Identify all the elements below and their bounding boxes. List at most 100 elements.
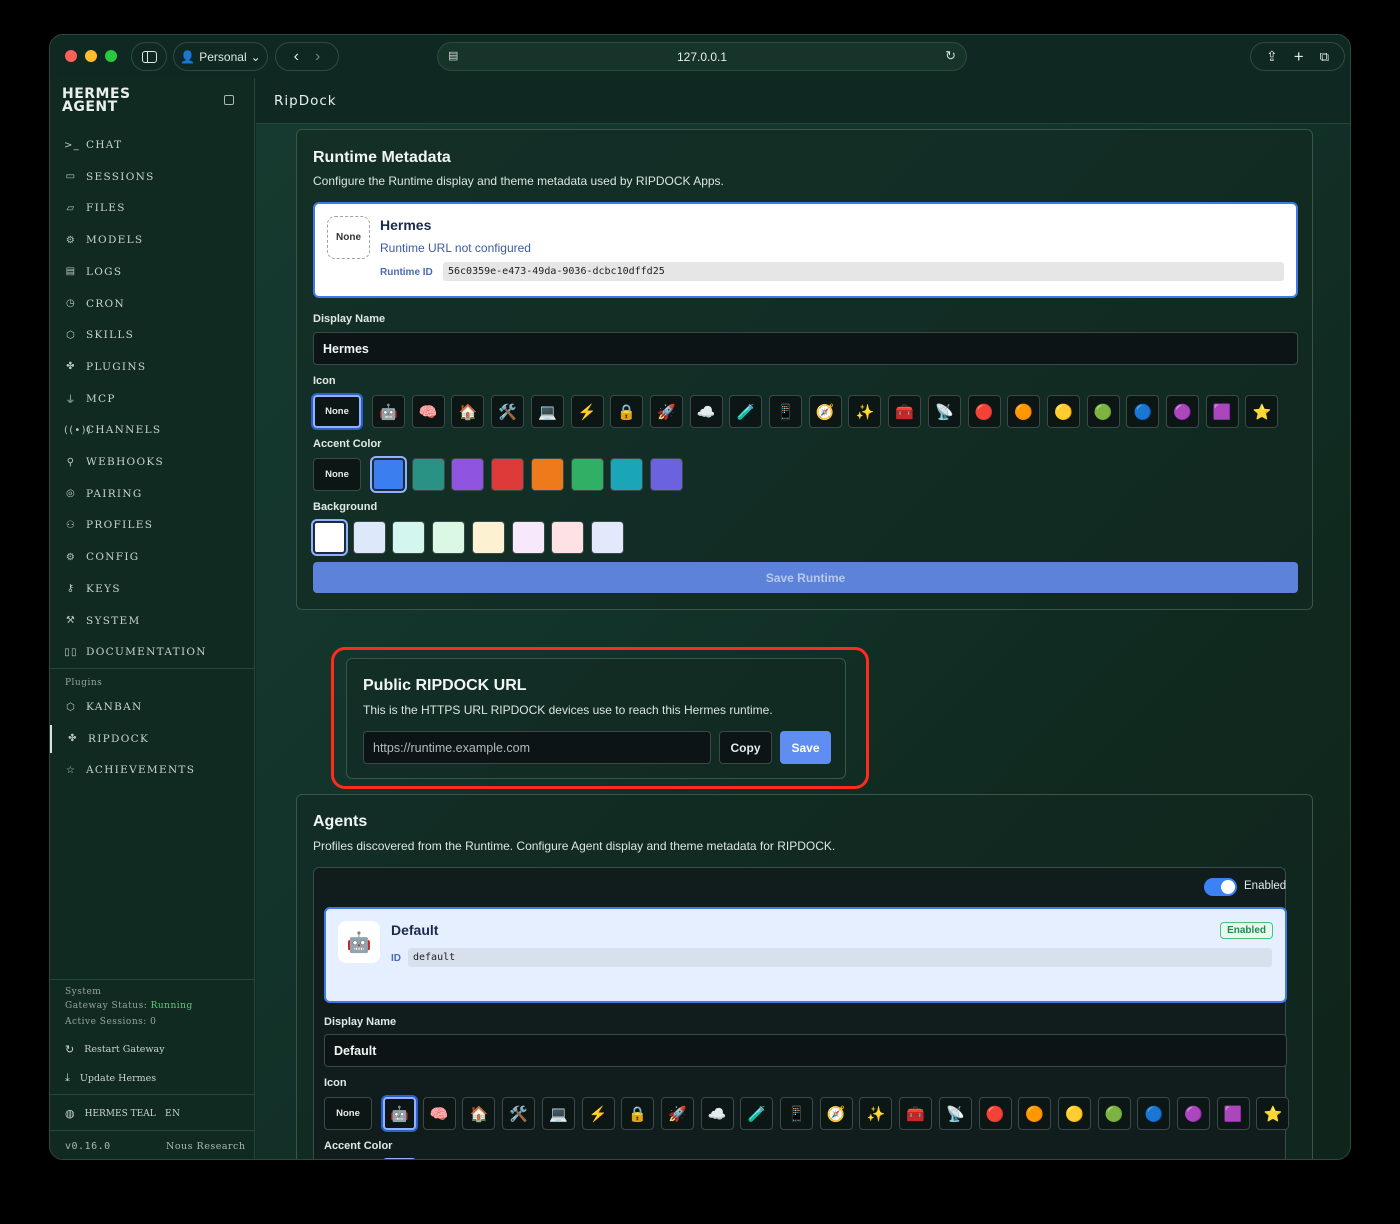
runtime-icon-none-option[interactable]: None bbox=[313, 395, 361, 428]
runtime-accent-swatch[interactable] bbox=[649, 458, 683, 491]
runtime-icon-option[interactable]: 💻 bbox=[530, 395, 564, 428]
agent-icon-option[interactable]: 🔵 bbox=[1137, 1097, 1171, 1130]
agent-icon-option[interactable]: 🧠 bbox=[422, 1097, 456, 1130]
agent-icon-option[interactable]: 🛠️ bbox=[502, 1097, 536, 1130]
runtime-accent-swatch[interactable] bbox=[411, 458, 445, 491]
agent-icon-option[interactable]: 🧪 bbox=[740, 1097, 774, 1130]
sidebar-item-profiles[interactable]: ⚇ PROFILES bbox=[50, 511, 254, 539]
save-url-button[interactable]: Save bbox=[780, 731, 831, 764]
runtime-icon-option[interactable]: ⚡ bbox=[570, 395, 604, 428]
runtime-background-swatch[interactable] bbox=[511, 521, 545, 554]
agent-icon-option[interactable]: 🔒 bbox=[621, 1097, 655, 1130]
sidebar-item-sessions[interactable]: ▭ SESSIONS bbox=[50, 163, 254, 191]
agent-icon-option[interactable]: 🟪 bbox=[1216, 1097, 1250, 1130]
agent-icon-option[interactable]: ✨ bbox=[859, 1097, 893, 1130]
share-icon[interactable]: ⇪ bbox=[1266, 48, 1278, 65]
runtime-icon-option[interactable]: ⭐ bbox=[1245, 395, 1279, 428]
runtime-background-swatch[interactable] bbox=[352, 521, 386, 554]
agent-icon-option[interactable]: 🔴 bbox=[978, 1097, 1012, 1130]
runtime-icon-option[interactable]: 🔵 bbox=[1126, 395, 1160, 428]
runtime-background-swatch[interactable] bbox=[471, 521, 505, 554]
sidebar-item-plugins[interactable]: ✤ PLUGINS bbox=[50, 353, 254, 381]
minimize-window-button[interactable] bbox=[85, 50, 97, 62]
language-selector[interactable]: EN bbox=[165, 1109, 180, 1119]
sidebar-item-documentation[interactable]: ▯▯ DOCUMENTATION bbox=[50, 638, 254, 666]
sidebar-item-logs[interactable]: ▤ LOGS bbox=[50, 258, 254, 286]
sidebar-item-keys[interactable]: ⚷ KEYS bbox=[50, 575, 254, 603]
runtime-accent-swatch[interactable] bbox=[372, 458, 405, 491]
runtime-accent-none-option[interactable]: None bbox=[313, 458, 361, 491]
runtime-background-swatch[interactable] bbox=[392, 521, 426, 554]
agent-icon-option[interactable]: 🤖 bbox=[383, 1097, 416, 1130]
new-tab-icon[interactable]: + bbox=[1294, 47, 1304, 67]
theme-selector[interactable]: ◍ HERMES TEAL bbox=[65, 1107, 156, 1120]
runtime-icon-option[interactable]: 🏠 bbox=[451, 395, 485, 428]
sidebar-item-ripdock[interactable]: ✤ RIPDOCK bbox=[50, 724, 254, 753]
runtime-icon-option[interactable]: 🟣 bbox=[1166, 395, 1199, 428]
runtime-icon-option[interactable]: 🛠️ bbox=[491, 395, 525, 428]
update-hermes-button[interactable]: ⤓ Update Hermes bbox=[65, 1071, 156, 1085]
agent-icon-option[interactable]: 🟢 bbox=[1097, 1097, 1131, 1130]
sidebar-item-achievements[interactable]: ☆ ACHIEVEMENTS bbox=[50, 756, 254, 784]
sidebar-item-cron[interactable]: ◷ CRON bbox=[50, 290, 254, 318]
sidebar-item-chat[interactable]: >_ CHAT bbox=[50, 131, 254, 159]
forward-icon[interactable]: › bbox=[315, 48, 320, 66]
runtime-accent-swatch[interactable] bbox=[491, 458, 525, 491]
runtime-icon-option[interactable]: 📱 bbox=[769, 395, 802, 428]
restart-gateway-button[interactable]: ↻ Restart Gateway bbox=[65, 1043, 165, 1056]
runtime-icon-option[interactable]: 🟡 bbox=[1046, 395, 1080, 428]
address-bar[interactable]: ▤ 127.0.0.1 ↻ bbox=[437, 42, 967, 71]
agent-display-name-input[interactable]: Default bbox=[324, 1034, 1287, 1067]
runtime-display-name-input[interactable]: Hermes bbox=[313, 332, 1298, 365]
runtime-icon-option[interactable]: 🟪 bbox=[1205, 395, 1239, 428]
zoom-window-button[interactable] bbox=[105, 50, 117, 62]
agent-icon-option[interactable]: 🟠 bbox=[1018, 1097, 1052, 1130]
runtime-accent-swatch[interactable] bbox=[570, 458, 604, 491]
close-window-button[interactable] bbox=[65, 50, 77, 62]
profile-selector[interactable]: 👤 Personal ⌄ bbox=[173, 42, 268, 71]
runtime-icon-option[interactable]: ✨ bbox=[848, 395, 882, 428]
runtime-icon-option[interactable]: 📡 bbox=[927, 395, 961, 428]
runtime-icon-option[interactable]: 🧪 bbox=[729, 395, 763, 428]
sidebar-item-pairing[interactable]: ◎ PAIRING bbox=[50, 480, 254, 508]
collapse-sidebar-icon[interactable] bbox=[224, 95, 234, 105]
agent-icon-option[interactable]: 🚀 bbox=[660, 1097, 694, 1130]
copy-url-button[interactable]: Copy bbox=[719, 731, 772, 764]
sidebar-item-channels[interactable]: ((•)) CHANNELS bbox=[50, 416, 254, 444]
back-icon[interactable]: ‹ bbox=[294, 48, 299, 66]
sidebar-item-webhooks[interactable]: ⚲ WEBHOOKS bbox=[50, 448, 254, 476]
sidebar-item-mcp[interactable]: ⏚ MCP bbox=[50, 385, 254, 413]
save-runtime-button[interactable]: Save Runtime bbox=[313, 562, 1298, 593]
sidebar-toggle-button[interactable] bbox=[131, 42, 167, 71]
agent-icon-option[interactable]: ⚡ bbox=[581, 1097, 615, 1130]
runtime-accent-swatch[interactable] bbox=[610, 458, 644, 491]
reload-icon[interactable]: ↻ bbox=[945, 48, 956, 64]
agent-icon-option[interactable]: 📱 bbox=[780, 1097, 813, 1130]
runtime-icon-option[interactable]: 🧭 bbox=[808, 395, 842, 428]
agent-icon-option[interactable]: 🧭 bbox=[819, 1097, 853, 1130]
public-url-input[interactable]: https://runtime.example.com bbox=[363, 731, 711, 764]
agent-icon-option[interactable]: 🧰 bbox=[899, 1097, 933, 1130]
page-menu-icon[interactable]: ▤ bbox=[448, 49, 458, 62]
agent-icon-option[interactable]: 💻 bbox=[541, 1097, 575, 1130]
tab-overview-icon[interactable]: ⧉ bbox=[1320, 49, 1329, 65]
agent-enabled-toggle[interactable] bbox=[1204, 878, 1237, 896]
runtime-accent-swatch[interactable] bbox=[451, 458, 485, 491]
agent-icon-option[interactable]: ⭐ bbox=[1256, 1097, 1290, 1130]
runtime-icon-option[interactable]: 🤖 bbox=[372, 395, 405, 428]
sidebar-item-skills[interactable]: ⬡ SKILLS bbox=[50, 321, 254, 349]
runtime-icon-option[interactable]: 🚀 bbox=[649, 395, 683, 428]
runtime-icon-option[interactable]: 🔒 bbox=[610, 395, 644, 428]
runtime-background-swatch[interactable] bbox=[590, 521, 624, 554]
agent-icon-option[interactable]: 🟡 bbox=[1057, 1097, 1091, 1130]
runtime-background-swatch[interactable] bbox=[551, 521, 585, 554]
sidebar-item-kanban[interactable]: ⬡ KANBAN bbox=[50, 693, 254, 721]
agent-icon-option[interactable]: 📡 bbox=[938, 1097, 972, 1130]
agent-icon-option[interactable]: 🏠 bbox=[462, 1097, 496, 1130]
runtime-icon-option[interactable]: 🧠 bbox=[411, 395, 445, 428]
agent-icon-none-option[interactable]: None bbox=[324, 1097, 372, 1130]
agent-icon-option[interactable]: ☁️ bbox=[700, 1097, 734, 1130]
sidebar-item-models[interactable]: ⚙ MODELS bbox=[50, 226, 254, 254]
runtime-icon-option[interactable]: ☁️ bbox=[689, 395, 723, 428]
runtime-accent-swatch[interactable] bbox=[530, 458, 564, 491]
